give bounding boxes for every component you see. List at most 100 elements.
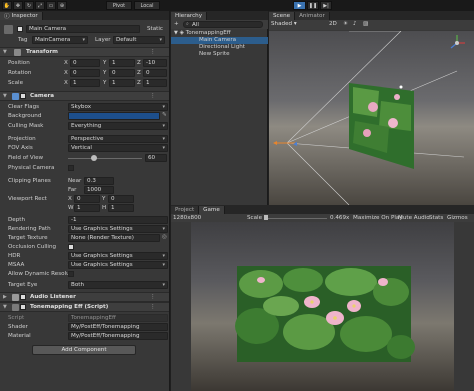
hierarchy-item-new-sprite[interactable]: New Sprite [199,51,230,58]
component-menu-icon[interactable]: ⋮ [150,304,156,310]
audio-listener-header[interactable]: ▶ Audio Listener ⋮ [0,292,169,302]
audio-icon[interactable]: ♪ [353,21,357,27]
object-picker-icon[interactable]: ◎ [162,234,167,240]
fov-value-field[interactable]: 60 [145,154,167,162]
transform-tool-icon[interactable]: ⊕ [57,1,67,10]
material-field[interactable]: My/PostEff/Tonemapping [68,332,168,340]
occlusion-culling-checkbox[interactable] [68,244,74,250]
viewport-y-field[interactable]: 0 [108,195,134,203]
position-y-field[interactable]: 1 [109,59,135,67]
move-tool-icon[interactable]: ✥ [13,1,23,10]
component-menu-icon[interactable]: ⋮ [150,93,156,99]
hand-tool-icon[interactable]: ✋ [2,1,12,10]
physical-camera-checkbox[interactable] [68,165,74,171]
tab-inspector[interactable]: ⓘ Inspector [0,12,43,20]
rotate-tool-icon[interactable]: ↻ [24,1,34,10]
rotation-y-field[interactable]: 0 [109,69,135,77]
rendering-path-label: Rendering Path [8,226,51,232]
component-menu-icon[interactable]: ⋮ [150,294,156,300]
background-color-swatch[interactable] [68,112,160,120]
scale-tool-icon[interactable]: ⤢ [35,1,45,10]
stats-toggle[interactable]: Stats [429,215,443,221]
hdr-dropdown[interactable]: Use Graphics Settings [68,252,168,260]
transform-title: Transform [26,49,58,55]
scale-z-field[interactable]: 1 [143,79,167,87]
camera-enabled-checkbox[interactable] [20,93,26,99]
viewport-h-field[interactable]: 1 [108,204,134,212]
effects-icon[interactable]: ▨ [363,21,368,27]
dynamic-resolution-checkbox[interactable] [68,271,74,277]
fov-axis-dropdown[interactable]: Vertical [68,144,168,152]
rendering-path-dropdown[interactable]: Use Graphics Settings [68,225,168,233]
rotation-x-field[interactable]: 0 [70,69,100,77]
culling-mask-dropdown[interactable]: Everything [68,122,168,130]
camera-component-header[interactable]: ▼ Camera ⋮ [0,91,169,101]
scene-orientation-gizmo[interactable] [437,31,474,54]
play-button[interactable]: ▶ [293,1,306,10]
shader-field[interactable]: My/PostEff/Tonemapping [68,323,168,331]
target-texture-field[interactable]: None (Render Texture) [68,234,160,242]
tab-scene[interactable]: Scene [269,12,296,20]
hierarchy-item-directional-light[interactable]: Directional Light [199,44,245,51]
target-eye-dropdown[interactable]: Both [68,281,168,289]
tab-game[interactable]: Game [199,206,225,214]
depth-field[interactable]: -1 [68,216,168,224]
position-z-field[interactable]: -10 [143,59,167,67]
near-field[interactable]: 0.3 [84,177,114,185]
maximize-on-play-toggle[interactable]: Maximize On Play [353,215,403,221]
lighting-icon[interactable]: ☀ [343,21,348,27]
gizmos-toggle[interactable]: Gizmos [447,215,468,221]
tab-project[interactable]: Project [171,206,200,214]
tonemapping-enabled-checkbox[interactable] [20,304,26,310]
scale-slider-track[interactable] [265,218,327,219]
rotation-z-field[interactable]: 0 [143,69,167,77]
fov-slider-track[interactable] [68,158,142,159]
audio-listener-checkbox[interactable] [20,294,26,300]
clear-flags-dropdown[interactable]: Skybox [68,103,168,111]
tab-animator[interactable]: Animator [295,12,330,20]
tonemapping-script-header[interactable]: ▼ Tonemapping Eff (Script) ⋮ [0,302,169,312]
create-button[interactable]: + [174,21,179,27]
projection-dropdown[interactable]: Perspective [68,135,168,143]
pivot-toggle[interactable]: Pivot [106,1,132,10]
resolution-dropdown[interactable]: 1280x800 [173,215,201,221]
tab-game-label: Game [203,207,220,213]
scale-x-field[interactable]: 1 [70,79,100,87]
hierarchy-item-main-camera[interactable]: Main Camera [171,37,268,44]
tab-hierarchy[interactable]: Hierarchy [171,12,208,20]
msaa-row: MSAA Use Graphics Settings [0,261,169,270]
local-toggle[interactable]: Local [134,1,160,10]
transform-component-header[interactable]: ▼ Transform ⋮ [0,47,169,57]
game-viewport[interactable] [191,222,454,391]
far-field[interactable]: 1000 [84,186,114,194]
rect-tool-icon[interactable]: ▭ [46,1,56,10]
position-x-field[interactable]: 0 [70,59,100,67]
add-component-button[interactable]: Add Component [32,345,136,355]
fov-slider-handle[interactable] [91,155,97,161]
layer-label: Layer [95,37,111,43]
object-name-field[interactable]: Main Camera [26,25,140,33]
scale-slider-handle[interactable] [264,215,268,220]
mute-audio-toggle[interactable]: Mute Audio [398,215,430,221]
scale-y-field[interactable]: 1 [109,79,135,87]
scale-label: Scale [247,215,263,221]
field-of-view-row: Field of View 60 [0,154,169,163]
pause-button[interactable]: ❚❚ [307,1,319,10]
step-button[interactable]: ▶| [320,1,332,10]
viewport-x-field[interactable]: 0 [74,195,100,203]
hierarchy-search-input[interactable]: All [183,21,263,28]
shading-mode-dropdown[interactable]: Shaded ▾ [271,21,301,29]
active-checkbox[interactable] [17,26,23,32]
eyedropper-icon[interactable]: ✎ [162,112,167,118]
toggle-2d-button[interactable]: 2D [329,21,337,27]
info-icon: ⓘ [4,14,10,20]
scene-root-item[interactable]: ▼ ◈ TonemappingEff [174,30,231,37]
layer-dropdown[interactable]: Default [113,36,165,44]
tag-dropdown[interactable]: MainCamera [32,36,88,44]
scene-viewport[interactable] [269,31,474,205]
msaa-dropdown[interactable]: Use Graphics Settings [68,261,168,269]
light-gizmo[interactable] [399,85,403,89]
pause-icon: ❚❚ [308,2,318,9]
viewport-w-field[interactable]: 1 [74,204,100,212]
component-menu-icon[interactable]: ⋮ [150,49,156,55]
